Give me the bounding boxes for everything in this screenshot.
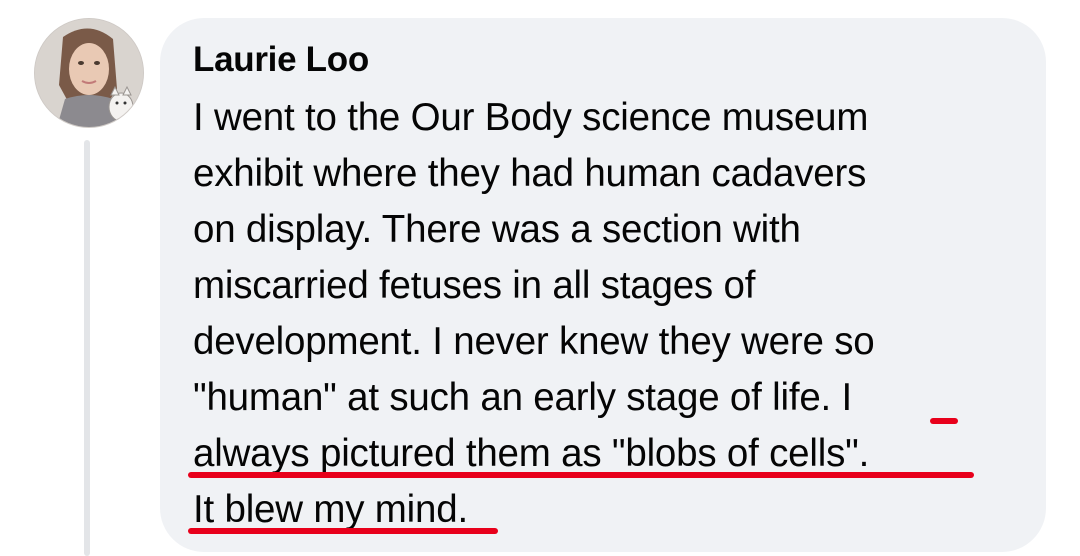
comment-body: I went to the Our Body science museum ex… — [193, 90, 1013, 538]
reply-thread-line — [84, 140, 90, 556]
avatar[interactable] — [34, 18, 144, 128]
comment-line: exhibit where they had human cadavers — [193, 152, 867, 195]
comment-line: miscarried fetuses in all stages of — [193, 264, 756, 307]
comment-author-name[interactable]: Laurie Loo — [193, 40, 369, 80]
comment-thread: Laurie Loo I went to the Our Body scienc… — [0, 0, 1080, 556]
comment-text-segment: . — [858, 432, 870, 475]
highlighted-text: always pictured them as "blobs of cells" — [193, 432, 859, 475]
red-underline-mark — [188, 528, 498, 534]
comment-line: "human" at such an early stage of life. … — [193, 370, 1013, 426]
red-underline-mark — [188, 472, 974, 478]
highlighted-text: I — [841, 376, 853, 419]
red-underline-mark — [930, 418, 958, 424]
comment-line: development. I never knew they were so — [193, 320, 875, 363]
user-avatar-drawing-icon — [35, 19, 143, 127]
comment-line: I went to the Our Body science museum — [193, 96, 869, 139]
comment-line: on display. There was a section with — [193, 208, 801, 251]
highlighted-text: It blew my mind — [193, 488, 458, 531]
comment-text-segment: . — [457, 488, 468, 531]
comment-text-segment: "human" at such an early stage of life. — [193, 376, 842, 419]
